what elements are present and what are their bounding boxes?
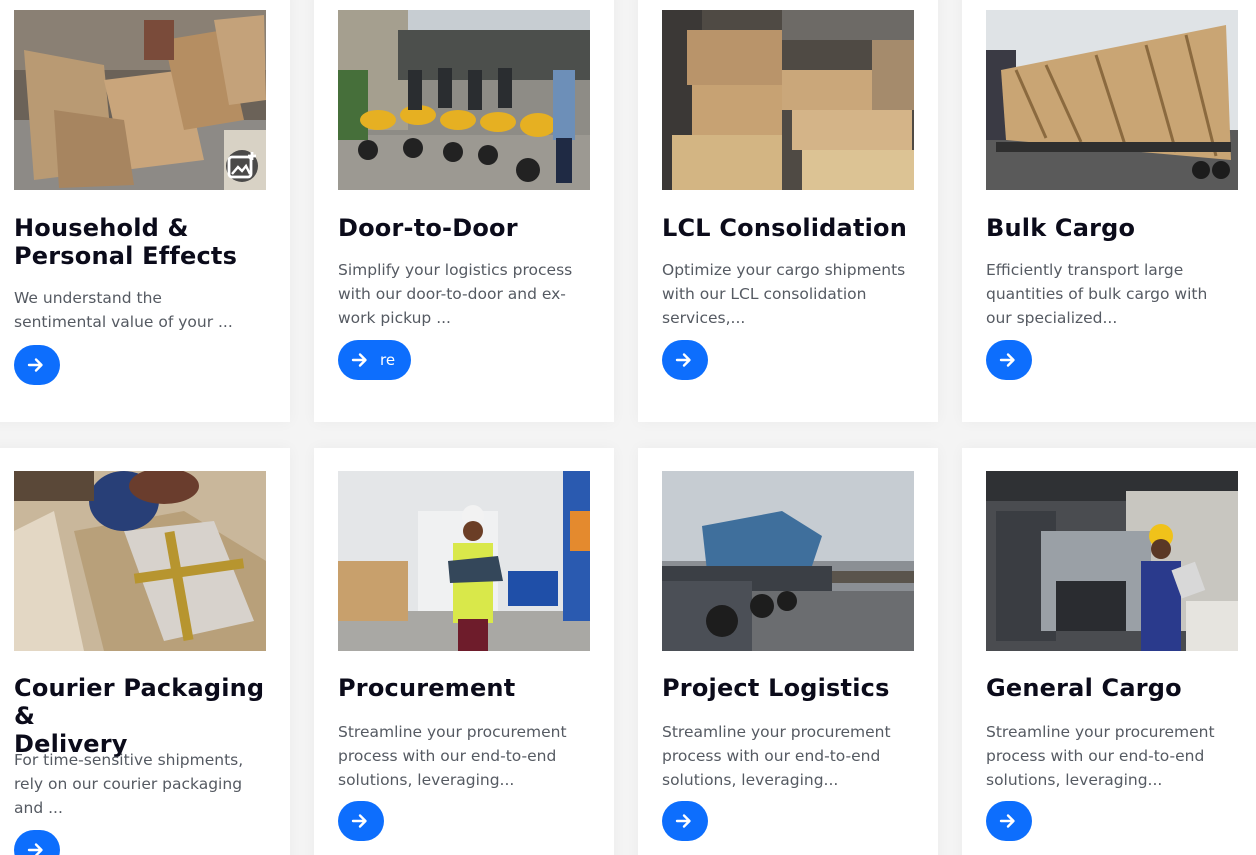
motorbike-couriers-photo [338, 10, 590, 190]
service-card-courier: Courier Packaging & Delivery For time-se… [0, 448, 290, 855]
arrow-right-icon [351, 353, 367, 367]
arrow-right-icon [27, 843, 43, 855]
read-more-button[interactable] [14, 345, 60, 385]
service-description: Streamline your procurement process with… [986, 723, 1215, 789]
read-more-button[interactable] [986, 340, 1032, 380]
add-photo-icon[interactable] [226, 150, 258, 182]
arrow-right-icon [999, 814, 1015, 828]
service-description: We understand the sentimental value of y… [14, 289, 233, 331]
read-more-label: re [380, 351, 396, 369]
wooden-crate-truck-photo [986, 10, 1238, 190]
title-line-1: General Cargo [986, 674, 1182, 702]
read-more-button[interactable] [662, 340, 708, 380]
service-description: For time-sensitive shipments, rely on ou… [14, 751, 244, 817]
title-line-1: Household & [14, 214, 189, 242]
service-card-bulk-cargo: Bulk Cargo Efficiently transport large q… [962, 0, 1256, 422]
household-boxes-photo [14, 10, 266, 190]
read-more-button[interactable] [338, 801, 384, 841]
services-row-1: Household & Personal Effects We understa… [0, 0, 1256, 422]
arrow-right-icon [675, 814, 691, 828]
service-card-procurement: Procurement Streamline your procurement … [314, 448, 614, 855]
service-title: Bulk Cargo [986, 214, 1246, 242]
title-line-2: Personal Effects [14, 242, 238, 270]
service-title: General Cargo [986, 674, 1246, 702]
arrow-right-icon [351, 814, 367, 828]
service-title: LCL Consolidation [662, 214, 922, 242]
title-line-1: Door-to-Door [338, 214, 518, 242]
service-title: Procurement [338, 674, 598, 702]
service-description: Optimize your cargo shipments with our L… [662, 261, 906, 327]
service-title: Door-to-Door [338, 214, 598, 242]
service-card-project-logistics: Project Logistics Streamline your procur… [638, 448, 938, 855]
title-line-1: LCL Consolidation [662, 214, 908, 242]
service-title: Household & Personal Effects [14, 214, 274, 270]
forklift-operator-photo [986, 471, 1238, 651]
packing-parcel-photo [14, 471, 266, 651]
read-more-button[interactable] [986, 801, 1032, 841]
flatbed-truck-photo [662, 471, 914, 651]
service-title: Courier Packaging & Delivery [14, 674, 274, 758]
service-description: Streamline your procurement process with… [338, 723, 567, 789]
read-more-button[interactable] [662, 801, 708, 841]
title-line-1: Courier Packaging & [14, 674, 265, 730]
stacked-cartons-photo [662, 10, 914, 190]
arrow-right-icon [27, 358, 43, 372]
service-title: Project Logistics [662, 674, 922, 702]
service-description: Efficiently transport large quantities o… [986, 261, 1208, 327]
warehouse-worker-photo [338, 471, 590, 651]
service-card-general-cargo: General Cargo Streamline your procuremen… [962, 448, 1256, 855]
read-more-button[interactable]: re [338, 340, 411, 380]
arrow-right-icon [675, 353, 691, 367]
title-line-1: Procurement [338, 674, 516, 702]
service-card-household: Household & Personal Effects We understa… [0, 0, 290, 422]
service-card-lcl: LCL Consolidation Optimize your cargo sh… [638, 0, 938, 422]
service-description: Streamline your procurement process with… [662, 723, 891, 789]
service-description: Simplify your logistics process with our… [338, 261, 573, 327]
service-card-door-to-door: Door-to-Door Simplify your logistics pro… [314, 0, 614, 422]
title-line-1: Project Logistics [662, 674, 890, 702]
read-more-button[interactable] [14, 830, 60, 855]
title-line-1: Bulk Cargo [986, 214, 1136, 242]
arrow-right-icon [999, 353, 1015, 367]
services-row-2: Courier Packaging & Delivery For time-se… [0, 448, 1256, 855]
